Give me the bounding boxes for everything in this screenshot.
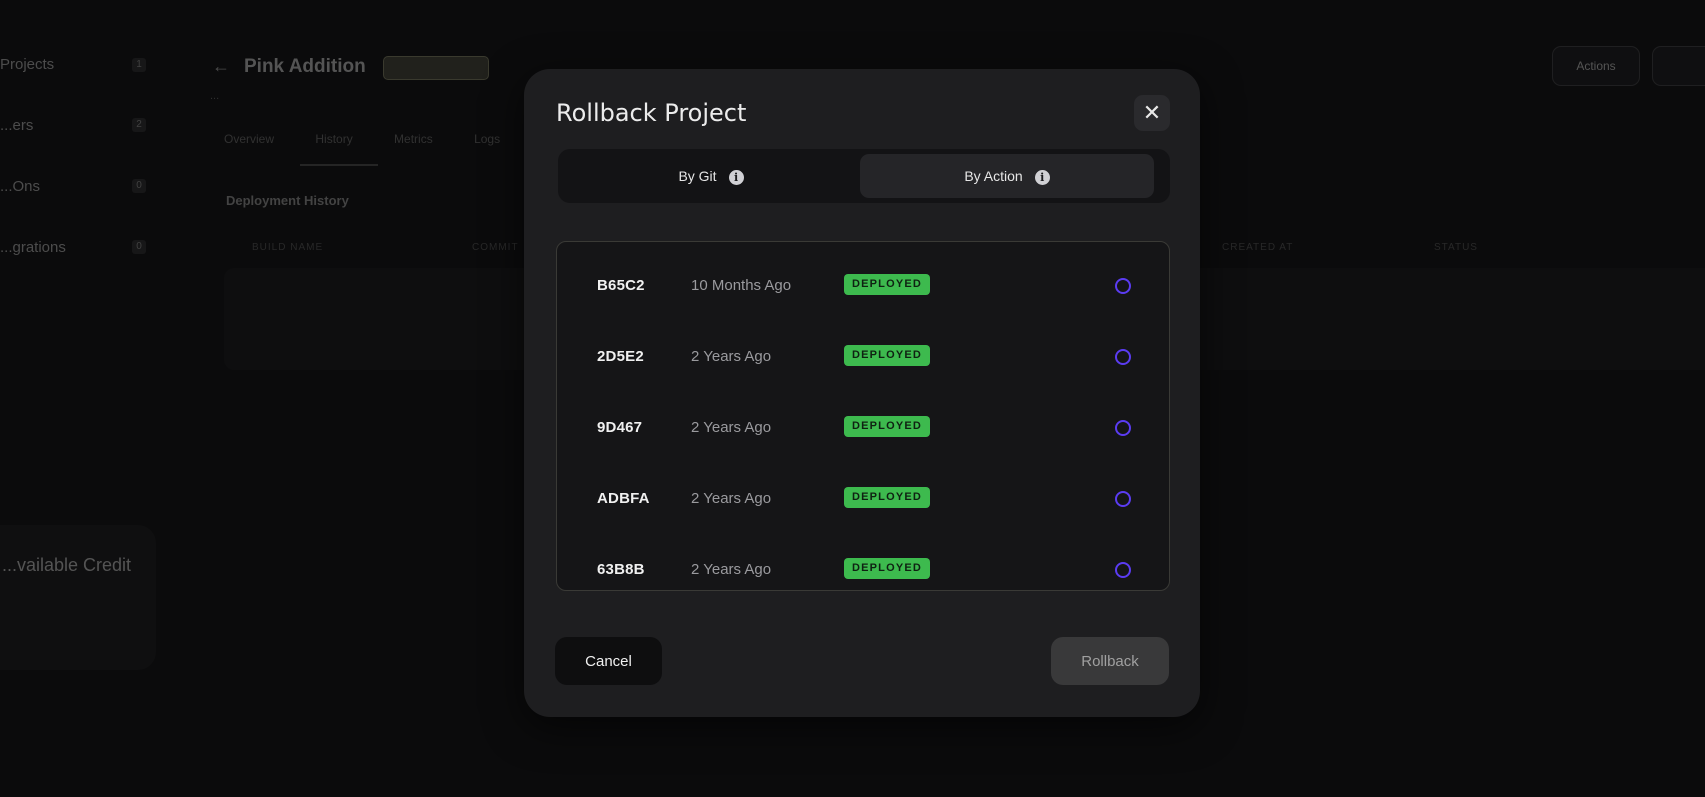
tab-by-action[interactable]: By Action i xyxy=(860,154,1154,198)
time-ago: 2 Years Ago xyxy=(691,348,772,365)
tab-label: By Action xyxy=(964,168,1023,184)
select-radio[interactable] xyxy=(1115,278,1131,294)
list-item[interactable]: ADBFA 2 Years Ago DEPLOYED xyxy=(557,471,1169,542)
status-badge: DEPLOYED xyxy=(844,416,930,437)
time-ago: 2 Years Ago xyxy=(691,490,772,507)
list-item[interactable]: 63B8B 2 Years Ago DEPLOYED xyxy=(557,542,1169,590)
commit-id: ADBFA xyxy=(597,490,650,507)
select-radio[interactable] xyxy=(1115,562,1131,578)
rollback-mode-tabs: By Git i By Action i xyxy=(558,149,1170,203)
cancel-button[interactable]: Cancel xyxy=(555,637,662,685)
commit-id: 9D467 xyxy=(597,419,643,436)
status-badge: DEPLOYED xyxy=(844,345,930,366)
deployment-list[interactable]: B65C2 10 Months Ago DEPLOYED 2D5E2 2 Yea… xyxy=(556,241,1170,591)
commit-id: B65C2 xyxy=(597,277,645,294)
close-button[interactable]: ✕ xyxy=(1134,95,1170,131)
select-radio[interactable] xyxy=(1115,491,1131,507)
select-radio[interactable] xyxy=(1115,349,1131,365)
list-item[interactable]: 2D5E2 2 Years Ago DEPLOYED xyxy=(557,329,1169,400)
time-ago: 10 Months Ago xyxy=(691,277,792,294)
status-badge: DEPLOYED xyxy=(844,487,930,508)
commit-id: 63B8B xyxy=(597,561,645,578)
tab-by-git[interactable]: By Git i xyxy=(566,154,856,198)
rollback-modal: Rollback Project ✕ By Git i By Action i B6… xyxy=(524,69,1200,717)
time-ago: 2 Years Ago xyxy=(691,561,772,578)
rollback-button[interactable]: Rollback xyxy=(1051,637,1169,685)
info-icon[interactable]: i xyxy=(1034,169,1050,185)
list-item[interactable]: B65C2 10 Months Ago DEPLOYED xyxy=(557,258,1169,329)
time-ago: 2 Years Ago xyxy=(691,419,772,436)
tab-label: By Git xyxy=(678,168,717,184)
close-icon: ✕ xyxy=(1142,100,1162,125)
status-badge: DEPLOYED xyxy=(844,558,930,579)
modal-title: Rollback Project xyxy=(556,99,747,127)
status-badge: DEPLOYED xyxy=(844,274,930,295)
list-item[interactable]: 9D467 2 Years Ago DEPLOYED xyxy=(557,400,1169,471)
commit-id: 2D5E2 xyxy=(597,348,644,365)
select-radio[interactable] xyxy=(1115,420,1131,436)
info-icon[interactable]: i xyxy=(728,169,744,185)
